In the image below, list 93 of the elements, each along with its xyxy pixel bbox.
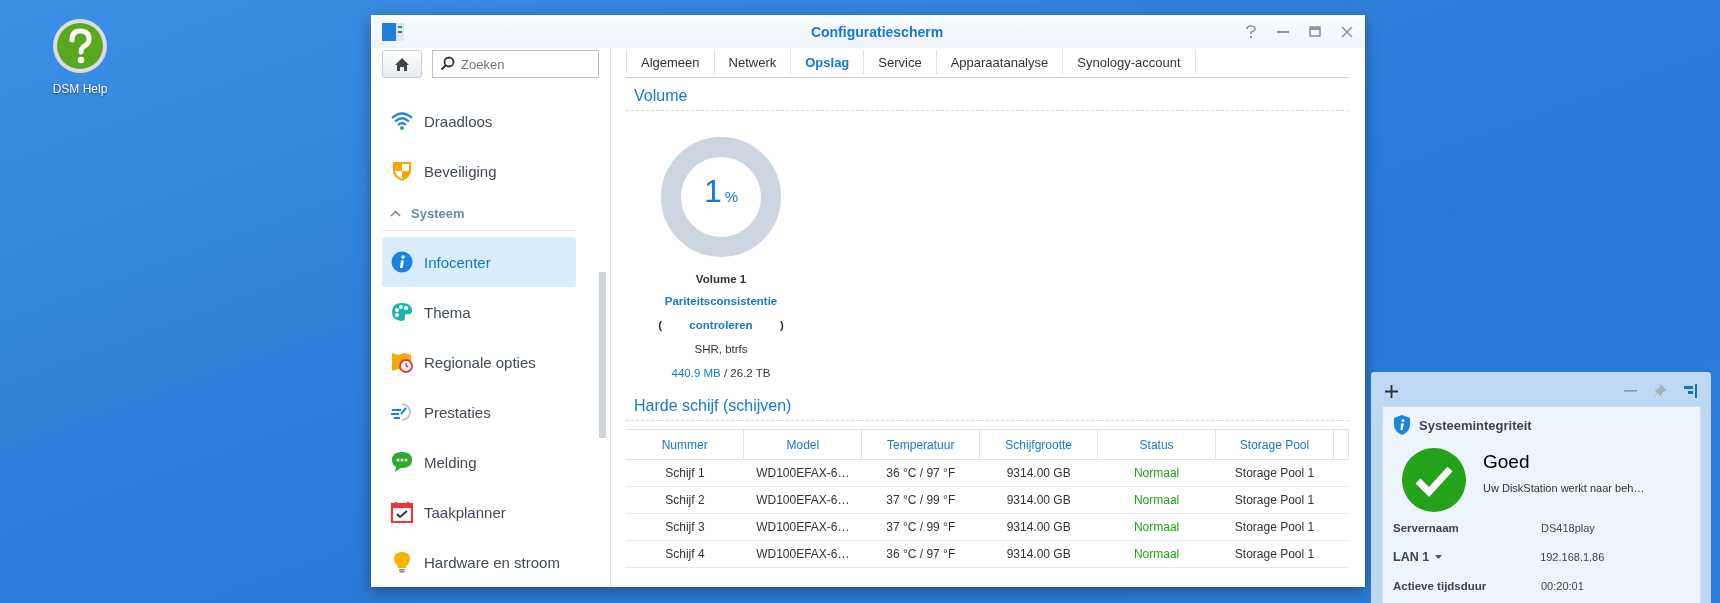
table-cell: Storage Pool 1 xyxy=(1215,486,1334,514)
interface-dropdown[interactable]: LAN 1 xyxy=(1393,549,1443,564)
palette-icon xyxy=(390,302,414,322)
sidebar-item[interactable]: Thema xyxy=(382,287,576,337)
column-header[interactable]: Status xyxy=(1097,429,1216,460)
tab[interactable]: Netwerk xyxy=(714,50,792,74)
sidebar-item[interactable]: Prestaties xyxy=(382,387,576,437)
info-label: Actieve tijdsduur xyxy=(1393,579,1488,592)
sidebar-item[interactable]: Hardware en stroom xyxy=(382,537,576,587)
table-cell: WD100EFAX-6… xyxy=(743,540,862,568)
gauge-icon xyxy=(390,402,414,422)
tab[interactable]: Opslag xyxy=(791,50,865,74)
section-title: Harde schijf (schijven) xyxy=(626,397,1349,421)
sidebar-item[interactable]: Melding xyxy=(382,437,576,487)
sidebar-item[interactable]: Taakplanner xyxy=(382,487,576,537)
table-cell: WD100EFAX-6… xyxy=(743,459,862,487)
table-cell: 37 °C / 99 °F xyxy=(861,486,980,514)
wifi-icon xyxy=(390,112,414,130)
usage-percent: 1 xyxy=(703,173,722,210)
shield-info-icon xyxy=(1393,415,1411,435)
volume-status: ( Pariteitsconsistentie controleren ) xyxy=(651,289,791,337)
info-value: DS418play xyxy=(1541,521,1595,534)
column-header[interactable]: Model xyxy=(743,429,862,460)
info-label: Servernaam xyxy=(1393,521,1460,534)
tab[interactable]: Synology-account xyxy=(1063,50,1196,74)
parity-check-link[interactable]: Pariteitsconsistentie controleren xyxy=(662,289,780,337)
chevron-icon xyxy=(390,209,401,217)
used-space: 440.9 MB xyxy=(671,367,721,379)
sidebar-item[interactable]: Beveiliging xyxy=(382,146,576,196)
tab[interactable]: Service xyxy=(864,50,937,74)
info-icon xyxy=(390,251,414,273)
table-cell: 37 °C / 99 °F xyxy=(861,513,980,541)
desktop-icon-label[interactable]: DSM Help xyxy=(52,82,108,96)
panel-icon[interactable] xyxy=(1683,384,1697,398)
check-icon xyxy=(1401,447,1467,513)
tab[interactable]: Algemeen xyxy=(626,50,715,74)
table-cell: 9314.00 GB xyxy=(979,459,1098,487)
calendar-icon xyxy=(390,501,414,523)
table-cell: Schijf 2 xyxy=(626,486,744,514)
search-icon xyxy=(440,56,455,71)
minimize-icon[interactable] xyxy=(1277,30,1289,33)
map-clock-icon xyxy=(390,351,414,373)
section-header[interactable]: Systeem xyxy=(382,196,576,231)
table-cell: WD100EFAX-6… xyxy=(743,486,862,514)
table-cell: WD100EFAX-6… xyxy=(743,513,862,541)
column-header[interactable]: Temperatuur xyxy=(861,429,980,460)
maximize-icon[interactable] xyxy=(1309,26,1321,37)
section-title: Volume xyxy=(626,87,1349,111)
health-message: Uw DiskStation werkt naar beh… xyxy=(1483,482,1645,494)
shield-icon xyxy=(390,160,414,182)
percent-unit: % xyxy=(724,188,739,205)
tab[interactable]: Apparaatanalyse xyxy=(936,50,1064,74)
volume-name: Volume 1 xyxy=(695,273,747,285)
table-cell: Storage Pool 1 xyxy=(1215,513,1334,541)
column-header[interactable]: Nummer xyxy=(626,429,744,460)
column-header[interactable]: Storage Pool xyxy=(1215,429,1334,460)
volume-type: SHR, btrfs xyxy=(694,342,748,357)
table-cell: Normaal xyxy=(1097,513,1216,541)
health-status: Goed xyxy=(1483,451,1531,473)
table-cell: 9314.00 GB xyxy=(979,513,1098,541)
sidebar-item[interactable]: Regionale opties xyxy=(382,337,576,387)
close-icon[interactable] xyxy=(1341,25,1353,38)
home-button[interactable] xyxy=(382,50,422,78)
pin-icon[interactable] xyxy=(1653,384,1667,398)
widget-title: Systeemintegriteit xyxy=(1419,417,1532,433)
total-space: / 26.2 TB xyxy=(724,367,771,379)
info-value: 192.168.1.86 xyxy=(1540,550,1605,563)
table-cell: Schijf 1 xyxy=(626,459,744,487)
table-cell: Normaal xyxy=(1097,459,1216,487)
add-icon[interactable] xyxy=(1385,384,1398,398)
table-cell: Schijf 4 xyxy=(626,540,744,568)
sidebar-item[interactable]: Draadloos xyxy=(382,96,576,146)
table-cell: Normaal xyxy=(1097,486,1216,514)
table-cell: Normaal xyxy=(1097,540,1216,568)
table-cell: 36 °C / 97 °F xyxy=(861,540,980,568)
help-icon[interactable] xyxy=(1245,24,1257,39)
table-cell: Storage Pool 1 xyxy=(1215,540,1334,568)
sidebar-item[interactable]: Infocenter xyxy=(382,237,576,287)
table-cell: Schijf 3 xyxy=(626,513,744,541)
caret-icon xyxy=(1435,554,1443,559)
home-icon xyxy=(394,56,410,72)
table-cell: 9314.00 GB xyxy=(979,486,1098,514)
help-icon[interactable] xyxy=(52,18,108,74)
app-icon xyxy=(382,21,404,42)
table-cell: 9314.00 GB xyxy=(979,540,1098,568)
scrollbar[interactable] xyxy=(599,272,606,438)
info-value: 00:20:01 xyxy=(1541,579,1584,592)
search-field[interactable]: Zoeken xyxy=(432,50,599,78)
window-title: Configuratiescherm xyxy=(809,23,945,40)
table-cell: 36 °C / 97 °F xyxy=(861,459,980,487)
table-cell: Storage Pool 1 xyxy=(1215,459,1334,487)
column-header[interactable]: Schijfgrootte xyxy=(979,429,1098,460)
chat-icon xyxy=(390,451,414,473)
